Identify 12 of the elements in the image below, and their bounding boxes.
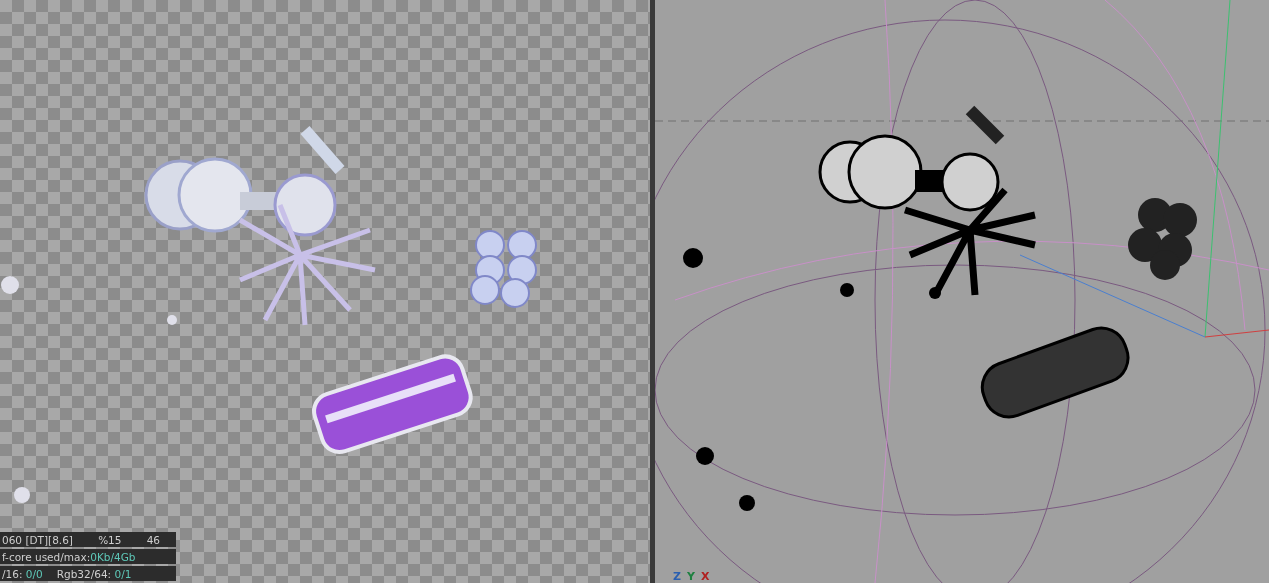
stat-value: 0/0	[25, 567, 43, 580]
axis-label: Z	[673, 571, 681, 583]
stat-value: 0/1	[114, 567, 132, 580]
stat-label: %15	[98, 533, 122, 546]
axis-label: X	[700, 571, 710, 583]
stat-value: 0Kb/4Gb	[90, 550, 136, 563]
axis-label: Y	[687, 571, 695, 583]
stat-label: f-core used/max:	[2, 550, 91, 563]
stat-label: 060 [DT][8.6]	[2, 533, 73, 546]
stat-label: 46	[146, 533, 160, 546]
stat-label: Rgb32/64:	[56, 567, 113, 580]
stat-label: /16:	[2, 567, 24, 580]
